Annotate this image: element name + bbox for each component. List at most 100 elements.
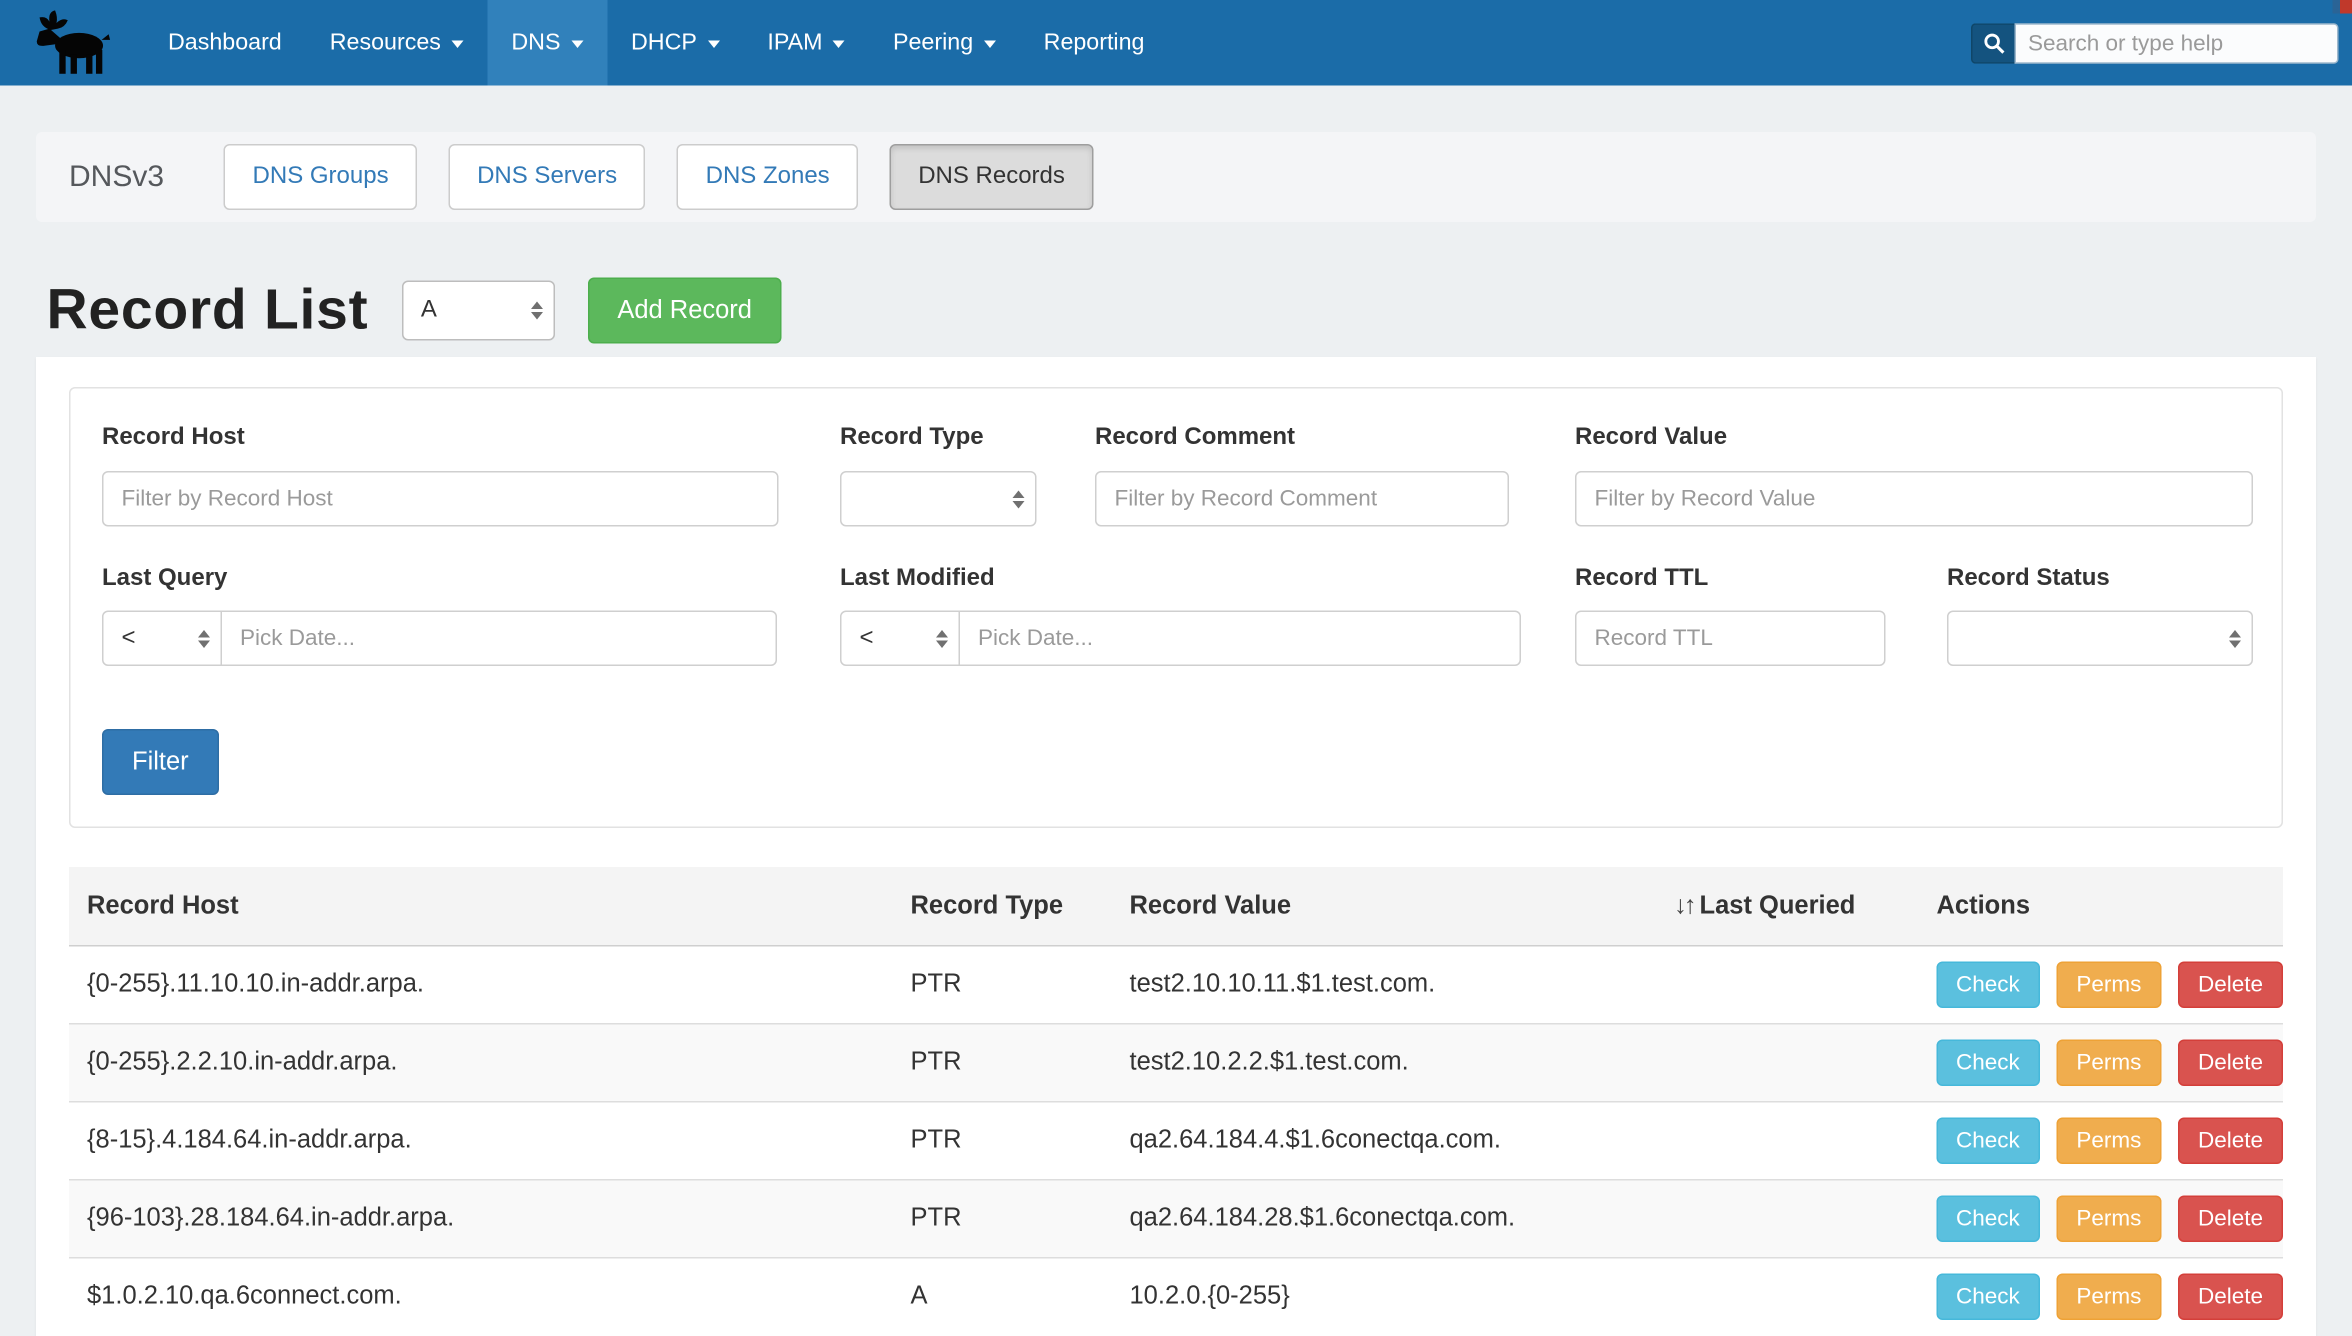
record-type-filter-select[interactable] xyxy=(840,471,1037,527)
perms-button[interactable]: Perms xyxy=(2057,1039,2161,1086)
cell-record-type: PTR xyxy=(893,945,1112,1023)
cell-last-queried xyxy=(1656,1179,1919,1257)
record-list-header: Record List A Add Record xyxy=(47,278,782,344)
nav-item-ipam[interactable]: IPAM xyxy=(743,0,869,86)
perms-button[interactable]: Perms xyxy=(2057,1273,2161,1320)
nav-label: DNS xyxy=(511,29,560,56)
nav-item-dhcp[interactable]: DHCP xyxy=(607,0,743,86)
perms-button[interactable]: Perms xyxy=(2057,1117,2161,1164)
col-header-last-queried[interactable]: ↓↑Last Queried xyxy=(1656,867,1919,945)
cell-record-type: PTR xyxy=(893,1023,1112,1101)
tab-dns-groups[interactable]: DNS Groups xyxy=(224,144,417,210)
cell-actions: Check Perms Delete xyxy=(1919,1101,2284,1179)
nav-item-reporting[interactable]: Reporting xyxy=(1020,0,1169,86)
record-comment-filter-input[interactable] xyxy=(1095,471,1509,527)
check-button[interactable]: Check xyxy=(1937,1195,2040,1242)
check-button[interactable]: Check xyxy=(1937,1117,2040,1164)
table-header-row: Record Host Record Type Record Value ↓↑L… xyxy=(69,867,2283,945)
nav-item-dashboard[interactable]: Dashboard xyxy=(144,0,306,86)
nav-item-peering[interactable]: Peering xyxy=(869,0,1020,86)
cell-last-queried xyxy=(1656,945,1919,1023)
cell-actions: Check Perms Delete xyxy=(1919,1179,2284,1257)
cell-record-value: qa2.64.184.28.$1.6conectqa.com. xyxy=(1112,1179,1657,1257)
cell-record-host: {0-255}.11.10.10.in-addr.arpa. xyxy=(69,945,893,1023)
col-header-record-host: Record Host xyxy=(69,867,893,945)
record-host-filter-input[interactable] xyxy=(102,471,779,527)
dnsv3-subnav: DNSv3 DNS Groups DNS Servers DNS Zones D… xyxy=(36,132,2316,222)
add-record-button[interactable]: Add Record xyxy=(587,278,782,344)
col-header-record-type: Record Type xyxy=(893,867,1112,945)
record-value-filter-input[interactable] xyxy=(1575,471,2253,527)
table-row: {8-15}.4.184.64.in-addr.arpa. PTR qa2.64… xyxy=(69,1101,2283,1179)
nav-item-dns[interactable]: DNS xyxy=(487,0,607,86)
record-ttl-filter-input[interactable] xyxy=(1575,611,1886,667)
chevron-down-icon xyxy=(571,41,583,49)
top-navbar: Dashboard Resources DNS DHCP IPAM Peerin… xyxy=(0,0,2352,86)
record-type-add-select[interactable]: A xyxy=(401,281,554,341)
perms-button[interactable]: Perms xyxy=(2057,1195,2161,1242)
last-modified-op-wrap: < xyxy=(840,611,960,667)
search-icon[interactable] xyxy=(1971,23,2015,64)
nav-label: Peering xyxy=(893,29,973,56)
last-modified-operator-select[interactable]: < xyxy=(840,611,960,667)
perms-button[interactable]: Perms xyxy=(2057,961,2161,1008)
selected-value: A xyxy=(421,297,437,324)
nav-item-resources[interactable]: Resources xyxy=(306,0,488,86)
last-query-date-input[interactable] xyxy=(222,611,777,667)
stepper-icon xyxy=(198,629,210,647)
dns-tab-group: DNS Groups DNS Servers DNS Zones DNS Rec… xyxy=(224,144,1093,210)
chevron-down-icon xyxy=(451,41,463,49)
record-type-label: Record Type xyxy=(840,425,984,452)
record-status-label: Record Status xyxy=(1947,566,2110,593)
table-row: {0-255}.2.2.10.in-addr.arpa. PTR test2.1… xyxy=(69,1023,2283,1101)
col-header-record-value: Record Value xyxy=(1112,867,1657,945)
stepper-icon xyxy=(530,302,542,320)
cell-record-value: qa2.64.184.4.$1.6conectqa.com. xyxy=(1112,1101,1657,1179)
record-host-label: Record Host xyxy=(102,425,245,452)
tab-dns-records[interactable]: DNS Records xyxy=(890,144,1094,210)
cell-record-type: PTR xyxy=(893,1101,1112,1179)
chevron-down-icon xyxy=(984,41,996,49)
magnifier-glyph xyxy=(1982,32,2005,55)
delete-button[interactable]: Delete xyxy=(2179,1117,2283,1164)
cell-actions: Check Perms Delete xyxy=(1919,1023,2284,1101)
filter-button[interactable]: Filter xyxy=(102,729,219,795)
cell-record-host: {0-255}.2.2.10.in-addr.arpa. xyxy=(69,1023,893,1101)
delete-button[interactable]: Delete xyxy=(2179,1273,2283,1320)
cell-record-value: 10.2.0.{0-255} xyxy=(1112,1257,1657,1335)
last-query-operator-select[interactable]: < xyxy=(102,611,222,667)
delete-button[interactable]: Delete xyxy=(2179,1039,2283,1086)
selected-value: < xyxy=(122,625,136,652)
table-row: {0-255}.11.10.10.in-addr.arpa. PTR test2… xyxy=(69,945,2283,1023)
last-modified-date-input[interactable] xyxy=(960,611,1521,667)
records-card: Record Host Record Type Record Comment R… xyxy=(36,357,2316,1336)
tab-dns-servers[interactable]: DNS Servers xyxy=(449,144,646,210)
records-table: Record Host Record Type Record Value ↓↑L… xyxy=(69,867,2283,1335)
moose-logo-icon[interactable] xyxy=(0,0,144,86)
table-row: {96-103}.28.184.64.in-addr.arpa. PTR qa2… xyxy=(69,1179,2283,1257)
sort-icon[interactable]: ↓↑ xyxy=(1674,891,1694,920)
cell-last-queried xyxy=(1656,1257,1919,1335)
check-button[interactable]: Check xyxy=(1937,1039,2040,1086)
check-button[interactable]: Check xyxy=(1937,961,2040,1008)
last-query-op-wrap: < xyxy=(102,611,222,667)
stepper-icon xyxy=(2229,629,2241,647)
cell-record-value: test2.10.10.11.$1.test.com. xyxy=(1112,945,1657,1023)
nav-label: IPAM xyxy=(767,29,822,56)
cell-record-host: {8-15}.4.184.64.in-addr.arpa. xyxy=(69,1101,893,1179)
delete-button[interactable]: Delete xyxy=(2179,961,2283,1008)
tab-dns-zones[interactable]: DNS Zones xyxy=(677,144,858,210)
record-status-filter-select[interactable] xyxy=(1947,611,2253,667)
search-input[interactable] xyxy=(2015,23,2339,64)
cell-record-type: PTR xyxy=(893,1179,1112,1257)
record-value-label: Record Value xyxy=(1575,425,1727,452)
filter-panel: Record Host Record Type Record Comment R… xyxy=(69,387,2283,828)
stepper-icon xyxy=(1013,490,1025,508)
cell-last-queried xyxy=(1656,1101,1919,1179)
check-button[interactable]: Check xyxy=(1937,1273,2040,1320)
cell-last-queried xyxy=(1656,1023,1919,1101)
cell-actions: Check Perms Delete xyxy=(1919,945,2284,1023)
cell-record-host: $1.0.2.10.qa.6connect.com. xyxy=(69,1257,893,1335)
delete-button[interactable]: Delete xyxy=(2179,1195,2283,1242)
page: Dashboard Resources DNS DHCP IPAM Peerin… xyxy=(0,0,2352,1336)
